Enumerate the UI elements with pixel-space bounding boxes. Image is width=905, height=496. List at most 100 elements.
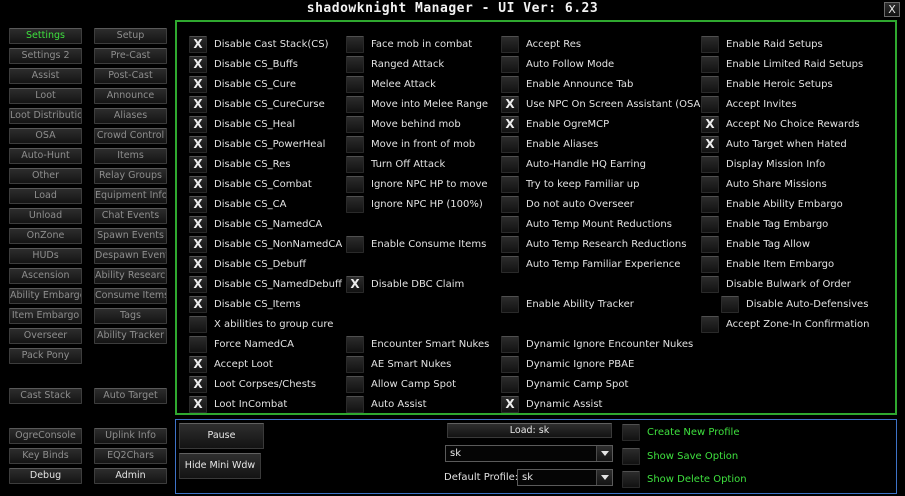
setting-checkbox[interactable] <box>346 155 364 173</box>
setting-checkbox[interactable] <box>189 335 207 353</box>
setting-auto-follow-mode[interactable]: Auto Follow Mode <box>501 55 614 73</box>
show-save-checkbox[interactable] <box>622 447 640 465</box>
setting-checkbox[interactable]: X <box>189 55 207 73</box>
setting-disable-cs-debuff[interactable]: X Disable CS_Debuff <box>189 255 306 273</box>
nav-button-ability-research[interactable]: Ability Research <box>94 268 167 284</box>
setting-checkbox[interactable]: X <box>189 95 207 113</box>
setting-loot-corpses-chests[interactable]: X Loot Corpses/Chests <box>189 375 316 393</box>
setting-checkbox[interactable] <box>701 275 719 293</box>
setting-disable-cs-ca[interactable]: X Disable CS_CA <box>189 195 286 213</box>
setting-enable-item-embargo[interactable]: Enable Item Embargo <box>701 255 834 273</box>
setting-ranged-attack[interactable]: Ranged Attack <box>346 55 444 73</box>
nav-button-crowd-control[interactable]: Crowd Control <box>94 128 167 144</box>
setting-checkbox[interactable] <box>501 35 519 53</box>
show-delete-checkbox[interactable] <box>622 470 640 488</box>
setting-force-namedca[interactable]: Force NamedCA <box>189 335 294 353</box>
nav-button-consume-items[interactable]: Consume Items <box>94 288 167 304</box>
setting-enable-aliases[interactable]: Enable Aliases <box>501 135 598 153</box>
setting-disable-bulwark-of-order[interactable]: Disable Bulwark of Order <box>701 275 851 293</box>
setting-checkbox[interactable]: X <box>189 155 207 173</box>
nav-button-spawn-events[interactable]: Spawn Events <box>94 228 167 244</box>
setting-checkbox[interactable] <box>346 395 364 413</box>
setting-move-behind-mob[interactable]: Move behind mob <box>346 115 461 133</box>
setting-auto-temp-mount-reductions[interactable]: Auto Temp Mount Reductions <box>501 215 672 233</box>
setting-checkbox[interactable] <box>501 155 519 173</box>
nav-button-eq2chars[interactable]: EQ2Chars <box>94 448 167 464</box>
setting-accept-res[interactable]: Accept Res <box>501 35 581 53</box>
nav-button-huds[interactable]: HUDs <box>9 248 82 264</box>
nav-button-pre-cast[interactable]: Pre-Cast <box>94 48 167 64</box>
setting-checkbox[interactable] <box>701 75 719 93</box>
setting-checkbox[interactable] <box>346 35 364 53</box>
nav-button-ascension[interactable]: Ascension <box>9 268 82 284</box>
show-delete-option[interactable]: Show Delete Option <box>622 470 747 488</box>
setting-checkbox[interactable]: X <box>189 35 207 53</box>
setting-disable-cs-cure[interactable]: X Disable CS_Cure <box>189 75 296 93</box>
nav-button-post-cast[interactable]: Post-Cast <box>94 68 167 84</box>
nav-button-loot[interactable]: Loot <box>9 88 82 104</box>
setting-melee-attack[interactable]: Melee Attack <box>346 75 436 93</box>
nav-button-setup[interactable]: Setup <box>94 28 167 44</box>
setting-checkbox[interactable] <box>346 355 364 373</box>
nav-button-pack-pony[interactable]: Pack Pony <box>9 348 82 364</box>
setting-auto-temp-research-reductions[interactable]: Auto Temp Research Reductions <box>501 235 686 253</box>
setting-try-to-keep-familiar-up[interactable]: Try to keep Familiar up <box>501 175 639 193</box>
setting-accept-loot[interactable]: X Accept Loot <box>189 355 273 373</box>
setting-enable-announce-tab[interactable]: Enable Announce Tab <box>501 75 633 93</box>
setting-checkbox[interactable] <box>721 295 739 313</box>
setting-checkbox[interactable] <box>501 55 519 73</box>
setting-disable-dbc-claim[interactable]: X Disable DBC Claim <box>346 275 464 293</box>
setting-enable-ability-embargo[interactable]: Enable Ability Embargo <box>701 195 843 213</box>
setting-checkbox[interactable] <box>701 35 719 53</box>
setting-checkbox[interactable] <box>501 355 519 373</box>
setting-display-mission-info[interactable]: Display Mission Info <box>701 155 825 173</box>
setting-checkbox[interactable] <box>346 175 364 193</box>
setting-checkbox[interactable] <box>346 75 364 93</box>
setting-enable-tag-embargo[interactable]: Enable Tag Embargo <box>701 215 828 233</box>
setting-checkbox[interactable] <box>346 55 364 73</box>
setting-checkbox[interactable]: X <box>189 175 207 193</box>
setting-loot-incombat[interactable]: X Loot InCombat <box>189 395 287 413</box>
setting-accept-no-choice-rewards[interactable]: X Accept No Choice Rewards <box>701 115 860 133</box>
setting-checkbox[interactable] <box>346 235 364 253</box>
show-save-option[interactable]: Show Save Option <box>622 447 738 465</box>
setting-disable-cs-nonnamedca[interactable]: X Disable CS_NonNamedCA <box>189 235 342 253</box>
setting-checkbox[interactable] <box>346 335 364 353</box>
setting-checkbox[interactable] <box>501 335 519 353</box>
setting-checkbox[interactable] <box>501 215 519 233</box>
setting-checkbox[interactable] <box>701 55 719 73</box>
setting-enable-heroic-setups[interactable]: Enable Heroic Setups <box>701 75 833 93</box>
hide-mini-window-button[interactable]: Hide Mini Wdw <box>179 453 261 479</box>
nav-button-auto-hunt[interactable]: Auto-Hunt <box>9 148 82 164</box>
setting-dynamic-ignore-encounter-nukes[interactable]: Dynamic Ignore Encounter Nukes <box>501 335 693 353</box>
setting-enable-ogremcp[interactable]: X Enable OgreMCP <box>501 115 609 133</box>
setting-checkbox[interactable] <box>701 255 719 273</box>
setting-checkbox[interactable]: X <box>501 395 519 413</box>
setting-ignore-npc-hp-100[interactable]: Ignore NPC HP (100%) <box>346 195 483 213</box>
setting-x-abilities-to-group-cure[interactable]: X abilities to group cure <box>189 315 333 333</box>
close-button[interactable]: X <box>884 2 900 17</box>
nav-button-key-binds[interactable]: Key Binds <box>9 448 82 464</box>
setting-disable-cs-powerheal[interactable]: X Disable CS_PowerHeal <box>189 135 325 153</box>
setting-checkbox[interactable] <box>701 215 719 233</box>
setting-disable-cs-nameddebuff[interactable]: X Disable CS_NamedDebuff <box>189 275 342 293</box>
setting-checkbox[interactable]: X <box>189 215 207 233</box>
chevron-down-icon[interactable] <box>596 470 612 485</box>
setting-checkbox[interactable] <box>501 175 519 193</box>
nav-button-item-embargo[interactable]: Item Embargo <box>9 308 82 324</box>
setting-disable-cs-buffs[interactable]: X Disable CS_Buffs <box>189 55 298 73</box>
setting-checkbox[interactable] <box>346 195 364 213</box>
setting-turn-off-attack[interactable]: Turn Off Attack <box>346 155 445 173</box>
setting-enable-consume-items[interactable]: Enable Consume Items <box>346 235 486 253</box>
nav-button-ability-tracker[interactable]: Ability Tracker <box>94 328 167 344</box>
setting-checkbox[interactable]: X <box>189 295 207 313</box>
nav-button-unload[interactable]: Unload <box>9 208 82 224</box>
setting-checkbox[interactable] <box>501 195 519 213</box>
setting-disable-cs-combat[interactable]: X Disable CS_Combat <box>189 175 312 193</box>
setting-checkbox[interactable] <box>189 315 207 333</box>
nav-button-settings-2[interactable]: Settings 2 <box>9 48 82 64</box>
setting-enable-limited-raid-setups[interactable]: Enable Limited Raid Setups <box>701 55 863 73</box>
setting-checkbox[interactable] <box>501 255 519 273</box>
nav-button-debug[interactable]: Debug <box>9 468 82 484</box>
setting-disable-auto-defensives[interactable]: Disable Auto-Defensives <box>721 295 868 313</box>
